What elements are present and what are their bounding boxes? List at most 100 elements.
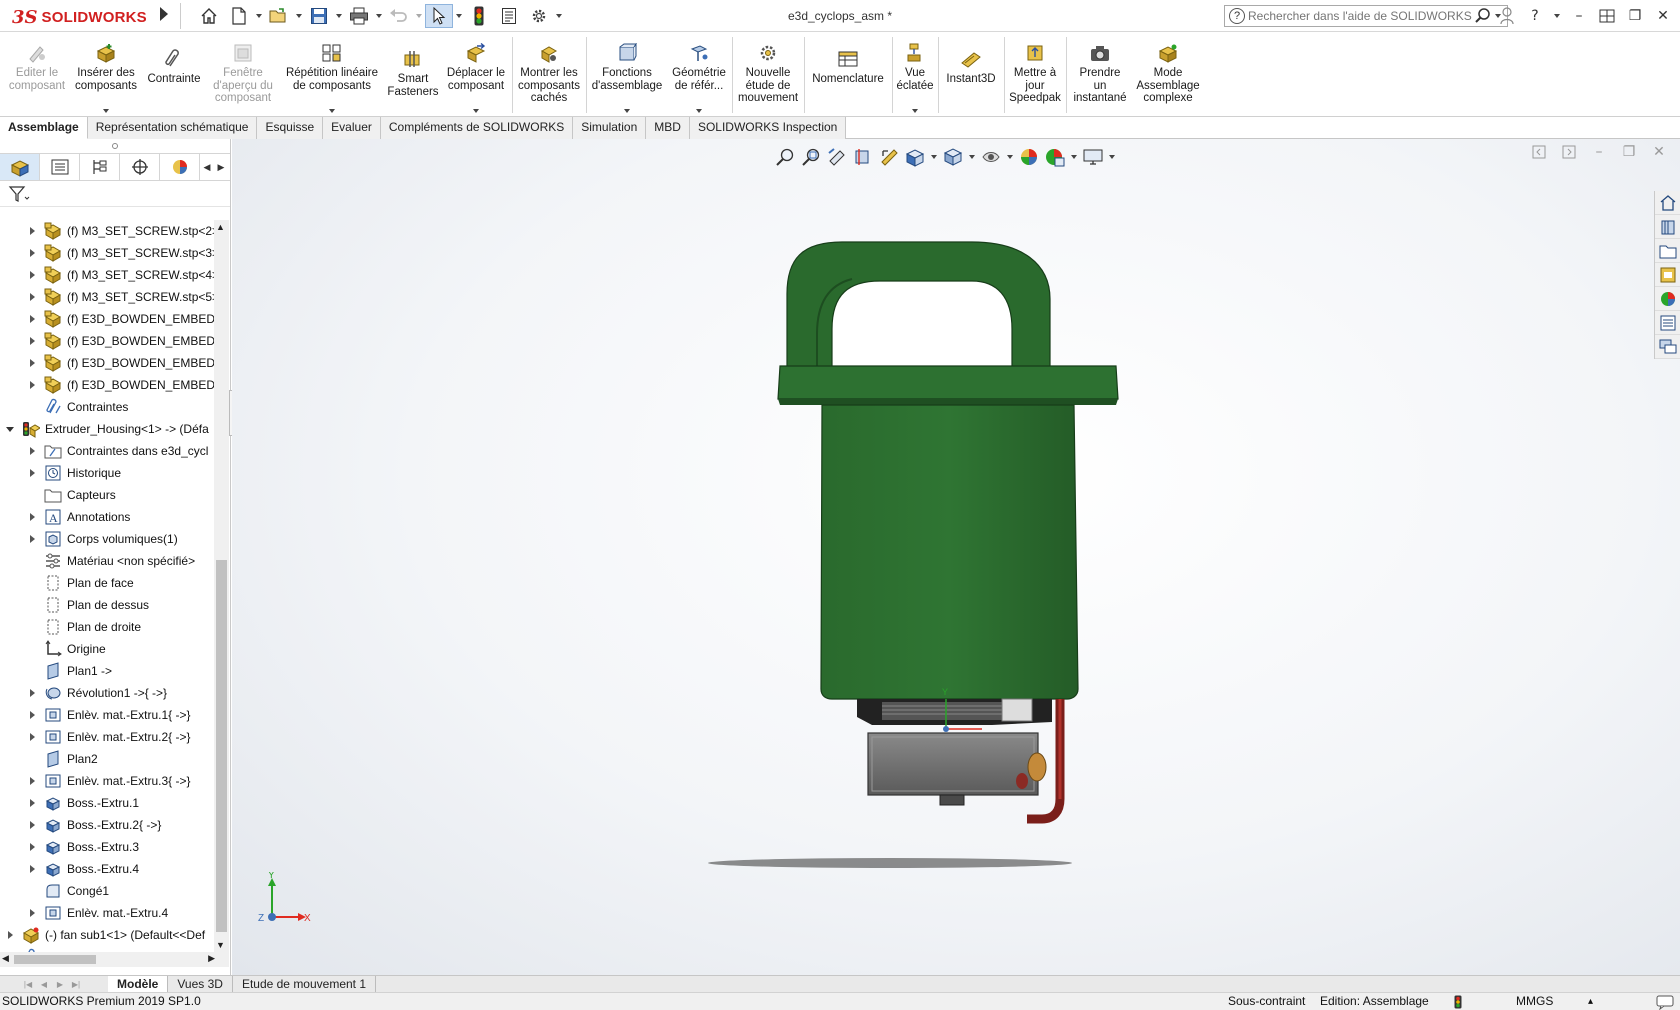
features-dropdown-caret-icon[interactable] [624,109,630,113]
user-account-icon[interactable] [1496,5,1518,27]
tree-node[interactable]: Contraintes dans e3d_cycl [0,440,214,462]
tree-node[interactable]: Enlèv. mat.-Extru.4 [0,902,214,924]
print-dropdown-caret-icon[interactable] [375,4,383,28]
rebuild-traffic-light-icon[interactable] [465,4,493,28]
tree-node[interactable]: Plan de dessus [0,594,214,616]
tree-node[interactable]: (f) E3D_BOWDEN_EMBED- [0,352,214,374]
tree-node[interactable]: (f) E3D_BOWDEN_EMBED- [0,330,214,352]
panel-tabs-right-arrow-icon[interactable]: ▶ [214,154,228,180]
restore-button[interactable]: ❐ [1624,5,1646,27]
search-icon[interactable] [1474,7,1492,25]
tree-node[interactable]: Boss.-Extru.3 [0,836,214,858]
reference-geometry-button[interactable]: Géométrie de référ... [668,33,730,117]
undo-icon[interactable] [385,4,413,28]
tree-node[interactable]: Plan2 [0,748,214,770]
close-button[interactable]: ✕ [1652,5,1674,27]
move-component-button[interactable]: Déplacer le composant [442,33,510,117]
feature-manager-tab-icon[interactable] [0,154,40,180]
scroll-right-arrow-icon[interactable]: ▶ [208,953,215,964]
tree-node[interactable]: Enlèv. mat.-Extru.3{ ->} [0,770,214,792]
last-tab-arrow-icon[interactable]: ▶| [68,976,84,992]
tree-node[interactable]: (-) fan sub1<1> (Default<<Def [0,924,214,946]
expand-arrow-icon[interactable] [26,313,38,325]
tab-addins[interactable]: Compléments de SOLIDWORKS [380,117,574,139]
custom-properties-icon[interactable] [1655,311,1680,335]
select-cursor-icon[interactable] [425,4,453,28]
tab-3d-views[interactable]: Vues 3D [168,976,233,992]
expand-arrow-icon[interactable] [26,907,38,919]
new-motion-study-button[interactable]: Nouvelle étude de mouvement [734,33,802,117]
property-manager-tab-icon[interactable] [40,154,80,180]
help-menu-button[interactable]: ? [1524,5,1546,27]
exploded-dropdown-caret-icon[interactable] [912,109,918,113]
tree-node[interactable]: Plan de face [0,572,214,594]
save-dropdown-caret-icon[interactable] [335,4,343,28]
home-icon[interactable] [195,4,223,28]
file-explorer-icon[interactable] [1655,239,1680,263]
tree-node[interactable]: Boss.-Extru.4 [0,858,214,880]
help-dropdown-caret-icon[interactable] [1552,5,1562,27]
insert-dropdown-caret-icon[interactable] [103,109,109,113]
minimize-button[interactable]: – [1568,5,1590,27]
save-icon[interactable] [305,4,333,28]
expand-arrow-icon[interactable] [26,335,38,347]
tree-node[interactable]: Extruder_Housing<1> -> (Défa [0,418,214,440]
bill-of-materials-button[interactable]: Nomenclature [806,33,890,117]
expand-arrow-icon[interactable] [26,269,38,281]
expand-arrow-icon[interactable] [26,687,38,699]
insert-components-button[interactable]: Insérer des composants [72,33,140,117]
dimxpert-manager-tab-icon[interactable] [120,154,160,180]
tree-node[interactable]: Historique [0,462,214,484]
component-preview-window-button[interactable]: Fenêtre d'aperçu du composant [208,33,278,117]
tree-node[interactable]: Boss.-Extru.2{ ->} [0,814,214,836]
expand-arrow-icon[interactable] [26,731,38,743]
tree-node[interactable]: Révolution1 ->{ ->} [0,682,214,704]
appearances-scenes-icon[interactable] [1655,287,1680,311]
panel-grip-handle[interactable] [0,139,230,153]
expand-arrow-icon[interactable] [26,445,38,457]
expand-arrow-icon[interactable] [26,225,38,237]
pattern-dropdown-caret-icon[interactable] [329,109,335,113]
tree-node[interactable]: Plan1 -> [0,660,214,682]
print-icon[interactable] [345,4,373,28]
mate-button[interactable]: Contrainte [142,33,206,117]
collapse-arrow-icon[interactable] [4,423,16,435]
move-dropdown-caret-icon[interactable] [473,109,479,113]
expand-arrow-icon[interactable] [26,467,38,479]
new-document-icon[interactable] [225,4,253,28]
tab-mbd[interactable]: MBD [646,117,690,139]
tree-node[interactable]: (f) E3D_BOWDEN_EMBED- [0,308,214,330]
tree-node[interactable]: (f) M3_SET_SCREW.stp<2> [0,220,214,242]
tab-simulation[interactable]: Simulation [573,117,647,139]
tree-node[interactable]: Contraintes [0,396,214,418]
help-search-box[interactable]: ? [1224,5,1508,27]
update-speedpak-button[interactable]: Mettre à jour Speedpak [1006,33,1064,117]
next-tab-arrow-icon[interactable]: ▶ [52,976,68,992]
expand-arrow-icon[interactable] [26,775,38,787]
tree-scroll-thumb[interactable] [216,560,227,932]
expand-arrow-icon[interactable] [26,511,38,523]
instant3d-button[interactable]: Instant3D [940,33,1002,117]
tree-node[interactable]: Capteurs [0,484,214,506]
tab-motion-study-1[interactable]: Etude de mouvement 1 [232,976,377,992]
units-system[interactable]: MMGS [1516,993,1553,1010]
tab-assemblage[interactable]: Assemblage [0,117,88,139]
options-dropdown-caret-icon[interactable] [555,4,563,28]
tree-node[interactable]: A Annotations [0,506,214,528]
tree-node[interactable]: Boss.-Extru.1 [0,792,214,814]
help-search-input[interactable] [1248,9,1474,23]
assembly-3d-model[interactable]: Y [232,139,1652,975]
tab-sketch[interactable]: Esquisse [257,117,324,139]
solidworks-forum-icon[interactable] [1655,335,1680,359]
new-dropdown-caret-icon[interactable] [255,4,263,28]
file-properties-icon[interactable] [495,4,523,28]
previous-tab-arrow-icon[interactable]: ◀ [36,976,52,992]
tile-windows-icon[interactable] [1596,5,1618,27]
expand-arrow-icon[interactable] [26,797,38,809]
tree-node[interactable]: (f) E3D_BOWDEN_EMBED- [0,374,214,396]
options-gear-icon[interactable] [525,4,553,28]
tree-node[interactable]: (f) M3_SET_SCREW.stp<3> [0,242,214,264]
tree-node[interactable]: Enlèv. mat.-Extru.1{ ->} [0,704,214,726]
reference-dropdown-caret-icon[interactable] [696,109,702,113]
tree-node[interactable]: Matériau <non spécifié> [0,550,214,572]
